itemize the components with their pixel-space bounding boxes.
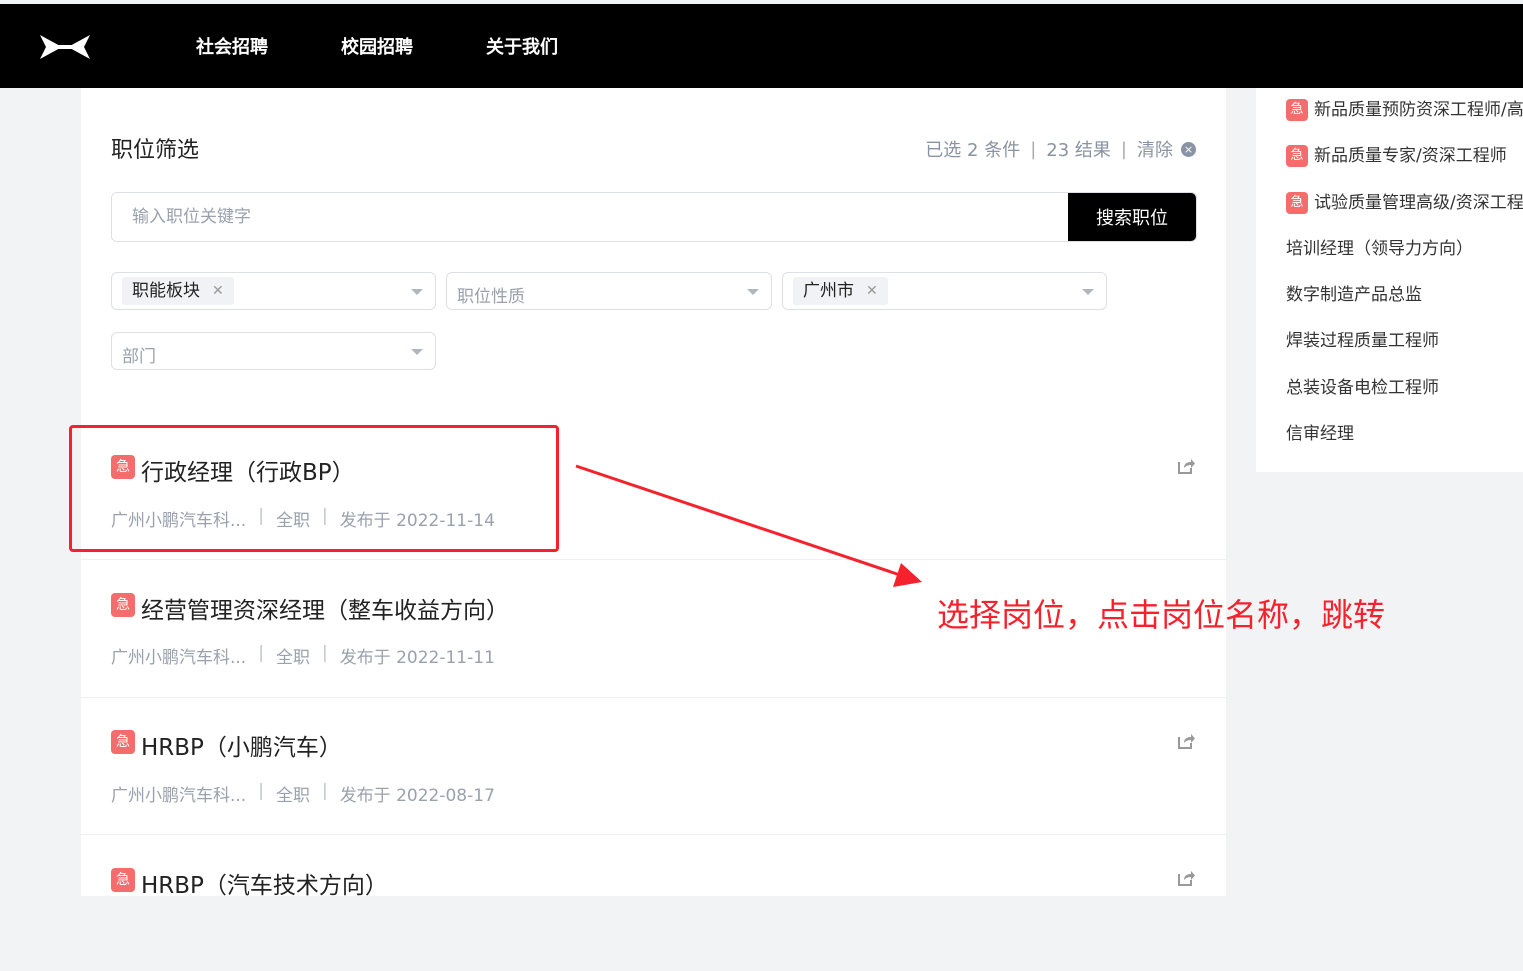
caret-down-icon <box>747 289 759 295</box>
summary-separator: | <box>1120 138 1127 160</box>
job-company: 广州小鹏汽车科... <box>111 786 247 806</box>
urgent-badge: 急 <box>1286 145 1308 167</box>
sidebar-job-link[interactable]: 急试验质量管理高级/资深工程 <box>1286 188 1523 214</box>
share-icon[interactable] <box>1176 731 1196 751</box>
job-type: 全职 <box>275 786 310 806</box>
urgent-badge: 急 <box>1286 192 1308 214</box>
job-type-select[interactable]: 职位性质 <box>446 272 772 310</box>
function-select[interactable]: 职能板块 ✕ <box>111 272 436 310</box>
sidebar-job-label: 新品质量专家/资深工程师 <box>1314 146 1507 166</box>
summary-separator: | <box>1030 138 1037 160</box>
search-input[interactable] <box>112 193 1068 241</box>
clear-filters-link[interactable]: 清除 <box>1137 136 1173 162</box>
search-button[interactable]: 搜索职位 <box>1068 193 1196 241</box>
remove-tag-icon[interactable]: ✕ <box>212 277 224 305</box>
urgent-badge: 急 <box>111 593 135 617</box>
sidebar-job-link[interactable]: 培训经理（领导力方向） <box>1286 234 1473 259</box>
nav-campus-recruitment[interactable]: 校园招聘 <box>341 33 413 59</box>
meta-separator: | <box>258 643 264 663</box>
filter-tag: 广州市 ✕ <box>793 277 888 305</box>
job-date: 发布于 2022-08-17 <box>339 786 495 806</box>
city-select[interactable]: 广州市 ✕ <box>782 272 1107 310</box>
job-company: 广州小鹏汽车科... <box>111 648 247 668</box>
nav-social-recruitment[interactable]: 社会招聘 <box>196 33 268 59</box>
meta-separator: | <box>258 781 264 801</box>
share-icon[interactable] <box>1176 868 1196 888</box>
recommended-jobs-sidebar: 急新品质量预防资深工程师/高 急新品质量专家/资深工程师 急试验质量管理高级/资… <box>1256 88 1523 472</box>
filter-tag: 职能板块 ✕ <box>122 277 234 305</box>
caret-down-icon <box>1082 289 1094 295</box>
select-placeholder: 部门 <box>122 347 156 367</box>
job-meta: 广州小鹏汽车科... | 全职 | 发布于 2022-08-17 <box>111 781 495 806</box>
annotation-text: 选择岗位，点击岗位名称，跳转 <box>937 596 1386 634</box>
nav-about-us[interactable]: 关于我们 <box>486 33 558 59</box>
job-meta: 广州小鹏汽车科... | 全职 | 发布于 2022-11-11 <box>111 643 495 668</box>
job-title-link[interactable]: 经营管理资深经理（整车收益方向） <box>141 591 509 625</box>
remove-tag-icon[interactable]: ✕ <box>866 277 878 305</box>
job-title-link[interactable]: HRBP（汽车技术方向） <box>141 866 388 900</box>
sidebar-job-link[interactable]: 总装设备电检工程师 <box>1286 373 1439 398</box>
job-item[interactable]: 急 HRBP（汽车技术方向） <box>81 834 1226 971</box>
sidebar-job-link[interactable]: 急新品质量专家/资深工程师 <box>1286 141 1507 167</box>
sidebar-job-label: 新品质量预防资深工程师/高 <box>1314 100 1523 120</box>
filter-title: 职位筛选 <box>111 138 200 163</box>
share-icon[interactable] <box>1176 456 1196 476</box>
sidebar-job-label: 试验质量管理高级/资深工程 <box>1314 193 1523 213</box>
sidebar-job-link[interactable]: 数字制造产品总监 <box>1286 280 1422 305</box>
sidebar-job-link[interactable]: 信审经理 <box>1286 419 1354 444</box>
filter-tag-label: 职能板块 <box>132 281 200 301</box>
annotation-highlight-box <box>69 425 559 552</box>
meta-separator: | <box>321 643 328 663</box>
result-count: 23 结果 <box>1046 140 1111 161</box>
job-item[interactable]: 急 HRBP（小鹏汽车） 广州小鹏汽车科... | 全职 | 发布于 2022-… <box>81 697 1226 835</box>
select-placeholder: 职位性质 <box>457 287 525 307</box>
urgent-badge: 急 <box>111 868 135 892</box>
caret-down-icon <box>411 289 423 295</box>
selected-count: 已选 2 条件 <box>925 140 1021 161</box>
caret-down-icon <box>411 349 423 355</box>
search-box: 搜索职位 <box>111 192 1197 242</box>
job-type: 全职 <box>275 648 310 668</box>
top-nav-bar: 社会招聘 校园招聘 关于我们 <box>0 4 1523 88</box>
department-select[interactable]: 部门 <box>111 332 436 370</box>
logo-icon[interactable] <box>38 33 92 61</box>
job-date: 发布于 2022-11-11 <box>339 648 495 668</box>
urgent-badge: 急 <box>1286 99 1308 121</box>
filter-tag-label: 广州市 <box>803 281 854 301</box>
sidebar-job-link[interactable]: 焊装过程质量工程师 <box>1286 326 1439 351</box>
filter-summary: 已选 2 条件 | 23 结果 | 清除 × <box>925 136 1196 162</box>
clear-circle-icon[interactable]: × <box>1181 141 1196 157</box>
sidebar-job-link[interactable]: 急新品质量预防资深工程师/高 <box>1286 95 1523 121</box>
urgent-badge: 急 <box>111 730 135 754</box>
meta-separator: | <box>321 781 328 801</box>
job-title-link[interactable]: HRBP（小鹏汽车） <box>141 728 342 762</box>
